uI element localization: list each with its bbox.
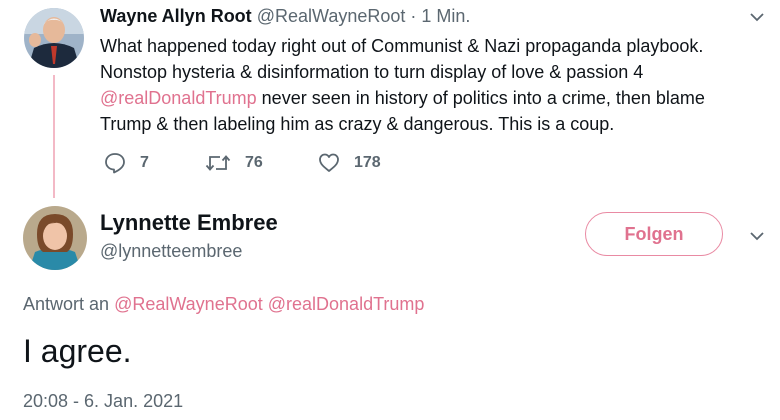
reply-count: 7 (140, 154, 149, 171)
avatar[interactable] (24, 8, 84, 68)
tweet-header: Wayne Allyn Root @RealWayneRoot · 1 Min. (100, 6, 470, 27)
tweet-line-3-rest: never seen in history of politics into a… (256, 88, 705, 108)
chevron-down-icon[interactable] (750, 232, 764, 241)
reply-author-handle[interactable]: @lynnetteembree (100, 241, 242, 262)
like-action[interactable]: 178 (318, 152, 381, 174)
reply-icon (105, 153, 125, 174)
retweet-count: 76 (245, 154, 263, 171)
retweet-icon (205, 155, 231, 171)
reply-context: Antwort an @RealWayneRoot @realDonaldTru… (23, 294, 424, 315)
author-name[interactable]: Wayne Allyn Root (100, 6, 252, 26)
mention-link[interactable]: @realDonaldTrump (100, 88, 257, 108)
follow-button[interactable]: Folgen (585, 212, 723, 256)
reply-text: I agree. (23, 333, 132, 369)
reply-to-link-1[interactable]: @RealWayneRoot (114, 294, 263, 314)
chevron-down-icon[interactable] (750, 13, 764, 22)
like-count: 178 (354, 154, 381, 171)
tweet-line-2: Nonstop hysteria & disinformation to tur… (100, 62, 644, 82)
reply-author-name[interactable]: Lynnette Embree (100, 210, 278, 236)
retweet-action[interactable]: 76 (205, 152, 263, 174)
avatar-image (24, 8, 84, 68)
tweet-line-1: What happened today right out of Communi… (100, 36, 704, 56)
thread-line (53, 75, 55, 198)
tweet-line-4: Trump & then labeling him as crazy & dan… (100, 114, 615, 134)
author-handle[interactable]: @RealWayneRoot (257, 6, 406, 26)
tweet-text: What happened today right out of Communi… (100, 33, 760, 137)
reply-prefix: Antwort an (23, 294, 110, 314)
avatar-image (23, 206, 87, 270)
reply-to-link-2[interactable]: @realDonaldTrump (268, 294, 425, 314)
avatar[interactable] (23, 206, 87, 270)
like-icon (319, 153, 339, 172)
reply-action[interactable]: 7 (104, 152, 149, 174)
tweet-line-3: @realDonaldTrump never seen in history o… (100, 85, 760, 111)
reply-timestamp[interactable]: 20:08 - 6. Jan. 2021 (23, 391, 183, 412)
tweet-time[interactable]: · 1 Min. (410, 6, 470, 26)
